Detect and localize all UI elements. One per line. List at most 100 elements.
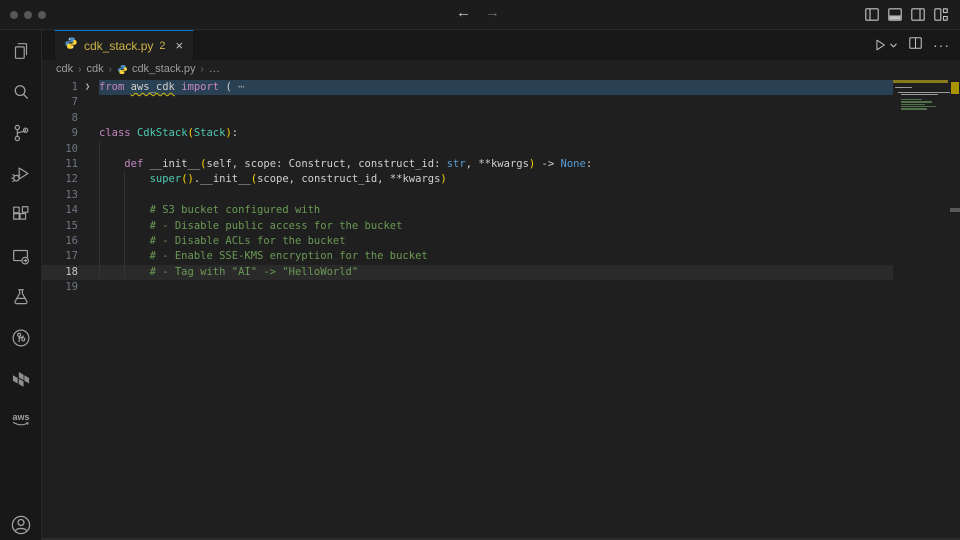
- minimap-line: [901, 108, 927, 109]
- code-text: # - Tag with "AI" -> "HelloWorld": [99, 265, 358, 280]
- line-number[interactable]: 12: [42, 172, 78, 187]
- aws-icon[interactable]: aws: [9, 408, 33, 432]
- indent-guide: [124, 188, 125, 203]
- breadcrumb-separator-icon: ›: [78, 64, 81, 75]
- indent-guide: [99, 188, 100, 203]
- remote-explorer-icon[interactable]: [9, 244, 33, 268]
- activity-bar: aws: [0, 30, 42, 540]
- minimap-line: [895, 87, 912, 88]
- line-number[interactable]: 7: [42, 95, 78, 110]
- breadcrumb-item[interactable]: cdk: [86, 63, 103, 75]
- code-line-17[interactable]: 17 # - Enable SSE-KMS encryption for the…: [42, 249, 893, 264]
- git-graph-icon[interactable]: [9, 326, 33, 350]
- toggle-primary-sidebar-icon[interactable]: [865, 8, 879, 21]
- python-file-icon: [117, 64, 128, 75]
- minimap-line: [901, 106, 935, 107]
- line-number[interactable]: 16: [42, 234, 78, 249]
- navigate-forward-icon[interactable]: →: [485, 4, 500, 21]
- line-number[interactable]: 1: [42, 80, 78, 95]
- overview-warning-marker: [951, 82, 959, 94]
- breadcrumb: cdk › cdk › cdk_stack.py › …: [42, 60, 960, 78]
- navigate-back-icon[interactable]: ←: [456, 4, 471, 21]
- breadcrumb-separator-icon: ›: [109, 64, 112, 75]
- code-line-7[interactable]: 7: [42, 95, 893, 110]
- code-text: # - Disable ACLs for the bucket: [99, 234, 346, 249]
- code-line-14[interactable]: 14 # S3 bucket configured with: [42, 203, 893, 218]
- code-text: # - Enable SSE-KMS encryption for the bu…: [99, 249, 428, 264]
- toggle-secondary-sidebar-icon[interactable]: [911, 8, 925, 21]
- code-line-19[interactable]: 19: [42, 280, 893, 295]
- code-line-16[interactable]: 16 # - Disable ACLs for the bucket: [42, 234, 893, 249]
- code-line-15[interactable]: 15 # - Disable public access for the buc…: [42, 219, 893, 234]
- code-line-9[interactable]: 9 class CdkStack(Stack):: [42, 126, 893, 141]
- tab-bar: cdk_stack.py 2 × ···: [42, 30, 960, 60]
- source-control-icon[interactable]: [9, 121, 33, 145]
- indent-guide: [99, 142, 100, 157]
- minimap[interactable]: [893, 78, 950, 540]
- run-dropdown-chevron-icon: [889, 41, 898, 50]
- window-minimize-button[interactable]: [24, 11, 32, 19]
- fold-collapsed-icon[interactable]: ❯: [85, 80, 90, 95]
- code-line-11[interactable]: 11 def __init__(self, scope: Construct, …: [42, 157, 893, 172]
- titlebar: ← →: [0, 0, 960, 30]
- breadcrumb-separator-icon: ›: [201, 64, 204, 75]
- code-line-18[interactable]: 18 # - Tag with "AI" -> "HelloWorld": [42, 265, 893, 280]
- run-and-debug-icon[interactable]: [9, 162, 33, 186]
- line-number[interactable]: 14: [42, 203, 78, 218]
- overview-scroll-marker: [950, 208, 960, 212]
- line-number[interactable]: 15: [42, 219, 78, 234]
- toggle-panel-icon[interactable]: [888, 8, 902, 21]
- python-file-icon: [64, 36, 78, 55]
- code-text: super().__init__(scope, construct_id, **…: [99, 172, 447, 187]
- breadcrumb-item[interactable]: cdk: [56, 63, 73, 75]
- editor-group: cdk_stack.py 2 × ···: [42, 30, 960, 540]
- code-line-12[interactable]: 12 super().__init__(scope, construct_id,…: [42, 172, 893, 187]
- line-number[interactable]: 11: [42, 157, 78, 172]
- tab-cdk-stack[interactable]: cdk_stack.py 2 ×: [54, 30, 194, 60]
- svg-text:aws: aws: [12, 412, 29, 422]
- code-line-10[interactable]: 10: [42, 142, 893, 157]
- line-number[interactable]: 10: [42, 142, 78, 157]
- line-number[interactable]: 17: [42, 249, 78, 264]
- explorer-icon[interactable]: [9, 39, 33, 63]
- split-editor-button[interactable]: [909, 36, 922, 54]
- window-close-button[interactable]: [10, 11, 18, 19]
- tab-title: cdk_stack.py: [84, 39, 153, 53]
- code-line-1[interactable]: 1 ❯ from aws_cdk import ( ⋯: [42, 80, 893, 95]
- code-text: class CdkStack(Stack):: [99, 126, 238, 141]
- extensions-icon[interactable]: [9, 203, 33, 227]
- tab-close-icon[interactable]: ×: [176, 39, 184, 52]
- minimap-line: [901, 101, 932, 102]
- run-python-file-button[interactable]: [873, 38, 898, 52]
- line-number[interactable]: 19: [42, 280, 78, 295]
- code-text: def __init__(self, scope: Construct, con…: [99, 157, 592, 172]
- overview-ruler[interactable]: [950, 78, 960, 540]
- code-line-13[interactable]: 13: [42, 188, 893, 203]
- breadcrumb-item-file[interactable]: cdk_stack.py: [117, 63, 196, 75]
- code-text: # - Disable public access for the bucket: [99, 219, 402, 234]
- terraform-icon[interactable]: [9, 367, 33, 391]
- minimap-content: [893, 80, 950, 180]
- vscode-window: ← →: [0, 0, 960, 540]
- code-line-8[interactable]: 8: [42, 111, 893, 126]
- minimap-line: [893, 80, 948, 83]
- code-editor[interactable]: 1 ❯ from aws_cdk import ( ⋯ 789 class CdkSta…: [42, 78, 960, 540]
- code-lines[interactable]: 1 ❯ from aws_cdk import ( ⋯ 789 class CdkSta…: [42, 80, 893, 540]
- customize-layout-icon[interactable]: [934, 8, 948, 21]
- line-number[interactable]: 18: [42, 265, 78, 280]
- line-number[interactable]: 8: [42, 111, 78, 126]
- breadcrumb-symbol[interactable]: …: [209, 63, 220, 75]
- search-icon[interactable]: [9, 80, 33, 104]
- minimap-line: [901, 99, 922, 100]
- window-controls: [10, 11, 46, 19]
- more-actions-button[interactable]: ···: [933, 37, 950, 53]
- minimap-line: [898, 92, 950, 93]
- account-icon[interactable]: [9, 513, 33, 537]
- window-zoom-button[interactable]: [38, 11, 46, 19]
- minimap-line: [901, 94, 938, 95]
- line-number[interactable]: 13: [42, 188, 78, 203]
- code-text: # S3 bucket configured with: [99, 203, 320, 218]
- testing-icon[interactable]: [9, 285, 33, 309]
- code-text: from aws_cdk import ( ⋯: [99, 80, 244, 95]
- line-number[interactable]: 9: [42, 126, 78, 141]
